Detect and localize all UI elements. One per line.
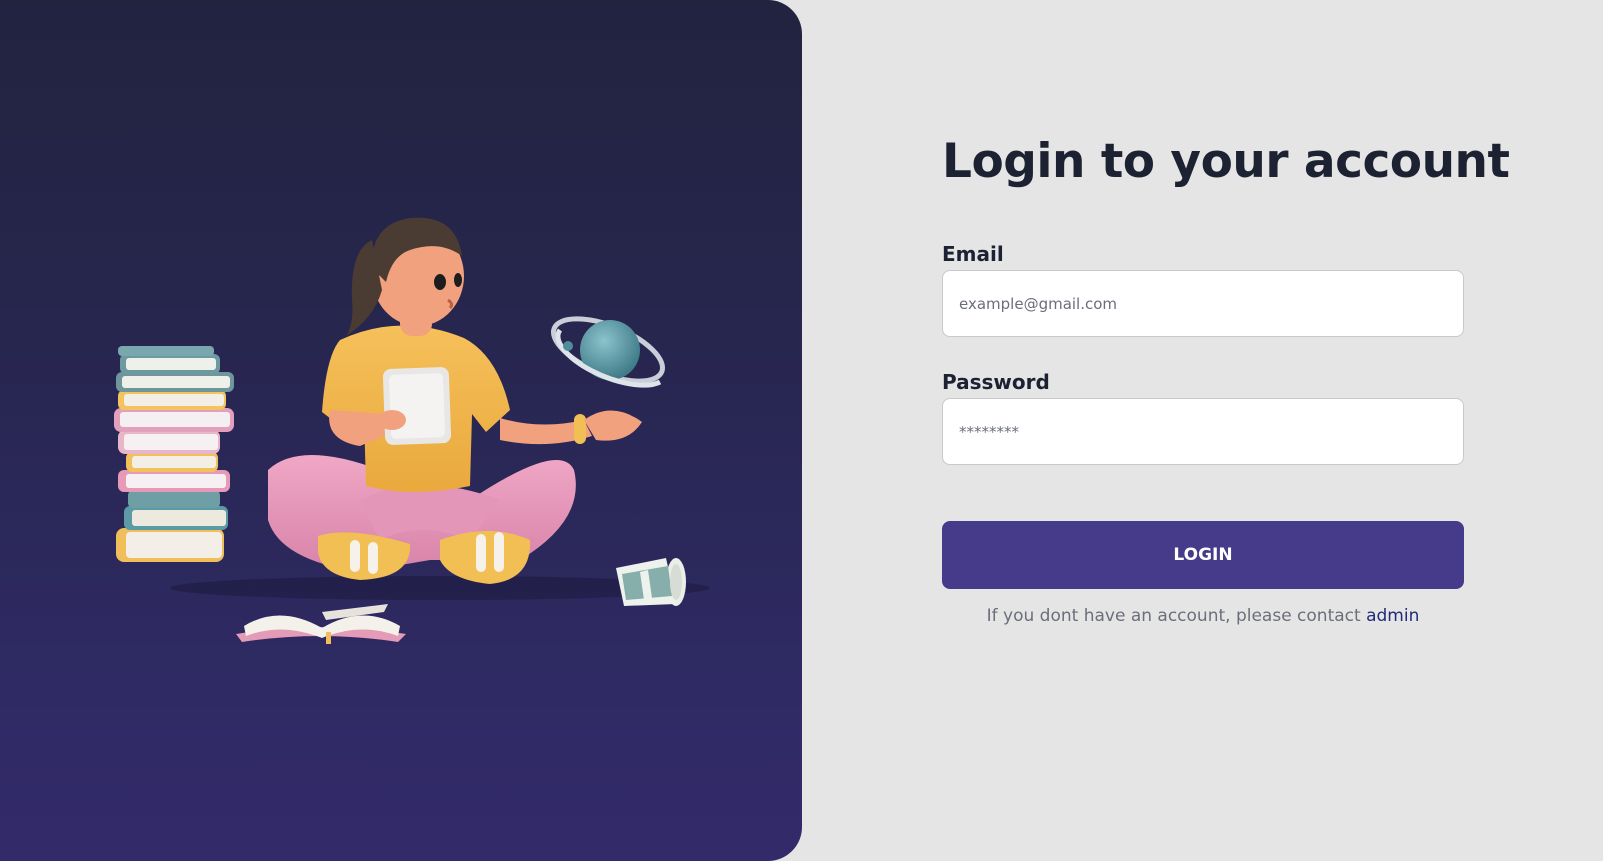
login-button[interactable]: LOGIN bbox=[942, 521, 1464, 589]
password-field[interactable] bbox=[942, 398, 1464, 465]
page-title: Login to your account bbox=[942, 134, 1510, 189]
hero-panel bbox=[0, 0, 802, 861]
footer-note: If you dont have an account, please cont… bbox=[942, 606, 1464, 626]
login-page: Login to your account Email Password LOG… bbox=[0, 0, 1603, 861]
coffee-cup-icon bbox=[616, 558, 686, 606]
email-label: Email bbox=[942, 242, 1004, 266]
planet-icon bbox=[550, 316, 666, 388]
girl-figure bbox=[268, 217, 642, 584]
password-label: Password bbox=[942, 370, 1050, 394]
student-reading-illustration bbox=[114, 217, 710, 644]
footer-text: If you dont have an account, please cont… bbox=[986, 606, 1361, 626]
admin-link[interactable]: admin bbox=[1366, 606, 1419, 626]
book-stack-icon bbox=[114, 346, 234, 562]
email-field[interactable] bbox=[942, 270, 1464, 337]
open-book-icon bbox=[236, 604, 406, 644]
